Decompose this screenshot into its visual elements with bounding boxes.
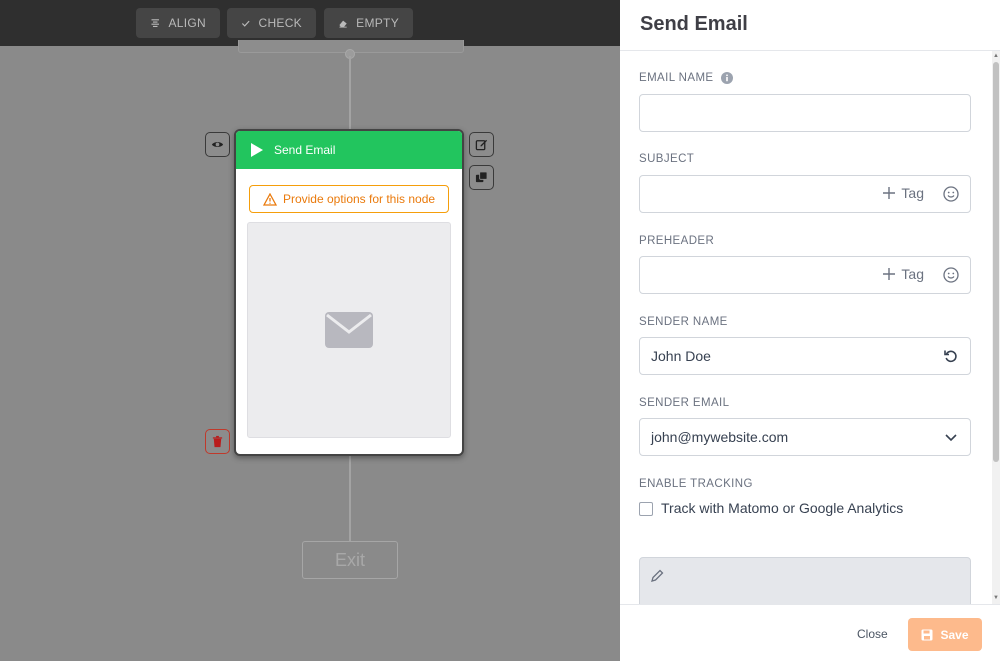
node-title: Send Email [274, 143, 336, 157]
envelope-icon [325, 312, 373, 348]
empty-button-label: EMPTY [356, 16, 399, 30]
check-icon [241, 20, 250, 27]
sender-email-select[interactable]: john@mywebsite.com [639, 418, 971, 456]
connector-line [349, 456, 351, 542]
email-name-label-text: EMAIL NAME [639, 72, 714, 84]
trash-icon [212, 435, 223, 448]
check-button-label: CHECK [258, 16, 302, 30]
save-button-label: Save [940, 627, 969, 642]
sender-email-value: john@mywebsite.com [651, 429, 789, 445]
node-header[interactable]: Send Email [236, 131, 462, 169]
eraser-icon [339, 20, 347, 28]
preheader-label: PREHEADER [639, 235, 715, 247]
reset-icon[interactable] [943, 348, 959, 364]
send-email-panel: Send Email EMAIL NAME SUBJECT Tag PREHEA… [620, 0, 1000, 661]
preheader-add-tag-button[interactable]: Tag [883, 266, 924, 282]
copy-icon [475, 171, 488, 183]
pencil-icon [651, 569, 664, 582]
panel-body[interactable]: EMAIL NAME SUBJECT Tag PREHEADER Tag SEN… [620, 51, 992, 604]
sender-name-input[interactable]: John Doe [639, 337, 971, 375]
email-editor-box[interactable] [639, 557, 971, 604]
eye-icon [211, 142, 224, 147]
emoji-icon[interactable] [943, 267, 959, 283]
workflow-canvas[interactable]: ALIGN CHECK EMPTY Send Email Provide opt… [0, 0, 620, 661]
play-icon [251, 143, 263, 157]
tracking-label: ENABLE TRACKING [639, 478, 753, 490]
chevron-down-icon [945, 434, 957, 442]
subject-label: SUBJECT [639, 153, 695, 165]
warning-icon [262, 192, 277, 206]
align-button-label: ALIGN [168, 16, 206, 30]
empty-button[interactable]: EMPTY [324, 8, 413, 38]
scrollbar-thumb[interactable] [993, 62, 999, 462]
node-warning-text: Provide options for this node [282, 192, 436, 206]
panel-title: Send Email [640, 13, 748, 35]
email-name-label: EMAIL NAME [639, 72, 733, 84]
node-warning-badge: Provide options for this node [249, 185, 449, 213]
edit-node-button[interactable] [469, 132, 494, 157]
check-button[interactable]: CHECK [227, 8, 316, 38]
duplicate-node-button[interactable] [469, 165, 494, 190]
send-email-node[interactable]: Send Email Provide options for this node [234, 129, 464, 456]
emoji-icon[interactable] [943, 186, 959, 202]
edit-icon [475, 139, 488, 151]
panel-footer: Close Save [620, 604, 1000, 661]
subject-tag-label: Tag [901, 185, 924, 201]
save-button[interactable]: Save [908, 618, 982, 651]
subject-input[interactable]: Tag [639, 175, 971, 213]
close-button[interactable]: Close [857, 627, 888, 641]
info-icon[interactable] [720, 72, 733, 84]
plus-icon [883, 268, 896, 280]
sender-name-label: SENDER NAME [639, 316, 728, 328]
scroll-up-icon[interactable]: ▲ [992, 52, 1000, 60]
panel-scrollbar[interactable]: ▲ ▼ [992, 51, 1000, 604]
save-icon [921, 629, 933, 640]
panel-header: Send Email [620, 0, 1000, 51]
subject-add-tag-button[interactable]: Tag [883, 185, 924, 201]
email-preview [247, 222, 451, 438]
preheader-input[interactable]: Tag [639, 256, 971, 294]
tracking-checkbox-label[interactable]: Track with Matomo or Google Analytics [661, 500, 903, 516]
align-button[interactable]: ALIGN [136, 8, 220, 38]
align-icon [151, 18, 159, 27]
sender-name-value: John Doe [651, 348, 711, 364]
sender-email-label: SENDER EMAIL [639, 397, 730, 409]
tracking-checkbox[interactable] [639, 502, 653, 516]
email-name-input[interactable] [639, 94, 971, 132]
scroll-down-icon[interactable]: ▼ [992, 594, 1000, 602]
plus-icon [883, 187, 896, 199]
preview-node-button[interactable] [205, 132, 230, 157]
preheader-tag-label: Tag [901, 266, 924, 282]
exit-node[interactable]: Exit [302, 541, 398, 579]
connector-line [349, 56, 351, 130]
delete-node-button[interactable] [205, 429, 230, 454]
